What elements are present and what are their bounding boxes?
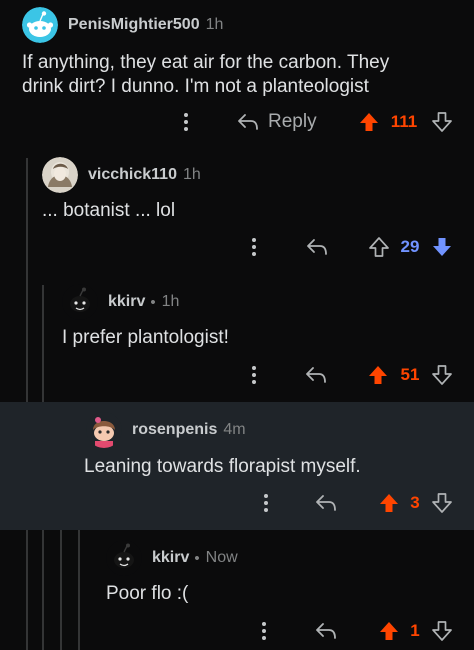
- vote-score: 29: [400, 237, 420, 256]
- downvote-button[interactable]: [430, 232, 454, 262]
- vertical-dots-icon: [251, 365, 257, 385]
- reply-arrow-icon: [305, 237, 329, 257]
- downvote-arrow-icon: [431, 620, 453, 642]
- upvote-arrow-icon: [378, 492, 400, 514]
- reply-button[interactable]: [304, 232, 330, 262]
- downvote-button[interactable]: [430, 107, 454, 137]
- snoo-avatar[interactable]: [86, 412, 122, 448]
- username[interactable]: PenisMightier500: [68, 16, 200, 34]
- upvote-button[interactable]: [357, 107, 381, 137]
- comment: vicchick110 1h ... botanist ... lol 29: [0, 152, 474, 280]
- vote-score: 51: [400, 365, 420, 384]
- comment-actions: 29: [0, 232, 474, 262]
- comment-body: ... botanist ... lol: [42, 200, 176, 221]
- reply-button[interactable]: [303, 360, 329, 390]
- comment-actions: Reply 111: [0, 107, 474, 137]
- comment-highlighted: rosenpenis 4m Leaning towards florapist …: [0, 402, 474, 530]
- more-options-button[interactable]: [244, 232, 264, 262]
- reddit-snoo-avatar[interactable]: [22, 7, 58, 43]
- upvote-arrow-icon: [378, 620, 400, 642]
- comment-body: If anything, they eat air for the carbon…: [22, 52, 390, 97]
- comment-body: Poor flo :(: [106, 583, 189, 604]
- reply-button[interactable]: Reply: [236, 107, 324, 137]
- username[interactable]: rosenpenis: [132, 421, 217, 439]
- downvote-arrow-icon: [431, 111, 453, 133]
- upvote-arrow-icon: [367, 364, 389, 386]
- vote-score: 3: [410, 493, 420, 512]
- reply-arrow-icon: [236, 112, 260, 132]
- username[interactable]: kkirv: [108, 293, 145, 311]
- comment-header: PenisMightier500 1h: [22, 7, 223, 43]
- vertical-dots-icon: [263, 493, 269, 513]
- separator-dot: •: [194, 549, 200, 567]
- comment-actions: 3: [0, 488, 474, 518]
- comment-body: Leaning towards florapist myself.: [84, 456, 361, 477]
- vertical-dots-icon: [183, 112, 189, 132]
- reply-button[interactable]: [313, 488, 339, 518]
- reply-arrow-icon: [314, 493, 338, 513]
- comment: kkirv • 1h I prefer plantologist! 51: [0, 280, 474, 402]
- comment-header: vicchick110 1h: [42, 157, 201, 193]
- username[interactable]: kkirv: [152, 549, 189, 567]
- vertical-dots-icon: [261, 621, 267, 641]
- upvote-arrow-icon: [358, 111, 380, 133]
- user-photo-avatar[interactable]: [42, 157, 78, 193]
- reply-arrow-icon: [304, 365, 328, 385]
- upvote-button[interactable]: [377, 488, 401, 518]
- vote-score: 111: [390, 112, 418, 131]
- timestamp: 1h: [182, 166, 201, 183]
- comment-actions: 51: [0, 360, 474, 390]
- reply-button[interactable]: [313, 616, 339, 646]
- upvote-arrow-icon: [368, 236, 390, 258]
- upvote-button[interactable]: [377, 616, 401, 646]
- downvote-button[interactable]: [430, 360, 454, 390]
- more-options-button[interactable]: [176, 107, 196, 137]
- vertical-dots-icon: [251, 237, 257, 257]
- reply-label: Reply: [268, 111, 317, 132]
- downvote-arrow-icon: [431, 492, 453, 514]
- separator-dot: •: [150, 293, 156, 311]
- comment-header: rosenpenis 4m: [86, 412, 246, 448]
- more-options-button[interactable]: [256, 488, 276, 518]
- downvote-arrow-icon: [431, 364, 453, 386]
- username[interactable]: vicchick110: [88, 166, 177, 184]
- downvote-button[interactable]: [430, 488, 454, 518]
- timestamp: 4m: [223, 421, 246, 438]
- timestamp: 1h: [161, 293, 180, 310]
- snoo-avatar[interactable]: [62, 284, 98, 320]
- upvote-button[interactable]: [366, 360, 390, 390]
- comment: kkirv • Now Poor flo :( 1: [0, 530, 474, 650]
- snoo-avatar[interactable]: [106, 540, 142, 576]
- comment-header: kkirv • 1h: [62, 284, 179, 320]
- comment-actions: 1: [0, 616, 474, 646]
- timestamp: 1h: [205, 16, 224, 33]
- comment-header: kkirv • Now: [106, 540, 238, 576]
- upvote-button[interactable]: [367, 232, 391, 262]
- timestamp: Now: [205, 549, 238, 566]
- more-options-button[interactable]: [254, 616, 274, 646]
- downvote-button[interactable]: [430, 616, 454, 646]
- comment: PenisMightier500 1h If anything, they ea…: [0, 0, 474, 152]
- vote-score: 1: [410, 621, 420, 640]
- downvote-arrow-icon: [431, 236, 453, 258]
- more-options-button[interactable]: [244, 360, 264, 390]
- comment-body: I prefer plantologist!: [62, 327, 229, 348]
- reply-arrow-icon: [314, 621, 338, 641]
